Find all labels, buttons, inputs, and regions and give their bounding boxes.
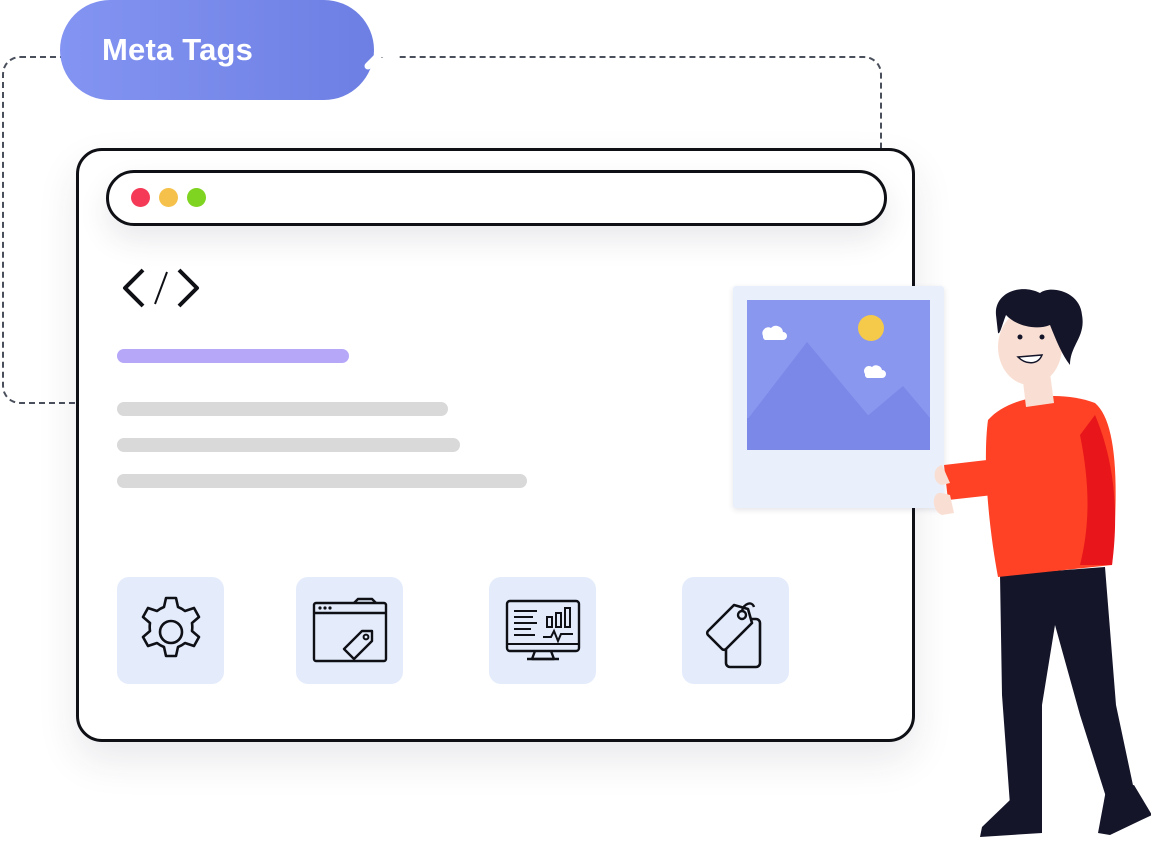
code-icon <box>123 268 199 308</box>
gear-icon <box>141 596 200 657</box>
price-tags-tile[interactable] <box>682 577 789 684</box>
text-placeholder-bar <box>117 402 448 416</box>
maximize-dot[interactable] <box>187 188 206 207</box>
webpage-tag-icon <box>312 597 387 662</box>
person-illustration <box>933 289 1151 837</box>
image-card <box>733 286 944 508</box>
text-placeholder-bar <box>117 438 460 452</box>
meta-tags-label: Meta Tags <box>102 32 254 67</box>
webpage-tag-tile[interactable] <box>296 577 403 684</box>
price-tags-icon <box>705 601 761 668</box>
analytics-tile[interactable] <box>489 577 596 684</box>
close-dot[interactable] <box>131 188 150 207</box>
text-placeholder-bar <box>117 474 527 488</box>
address-bar[interactable] <box>106 170 887 226</box>
title-placeholder-bar <box>117 349 349 363</box>
minimize-dot[interactable] <box>159 188 178 207</box>
search-icon <box>364 28 406 70</box>
analytics-monitor-icon <box>505 599 580 660</box>
landscape-image-icon <box>747 300 930 450</box>
settings-tile[interactable] <box>117 577 224 684</box>
meta-tags-search-pill[interactable]: Meta Tags <box>60 0 406 100</box>
